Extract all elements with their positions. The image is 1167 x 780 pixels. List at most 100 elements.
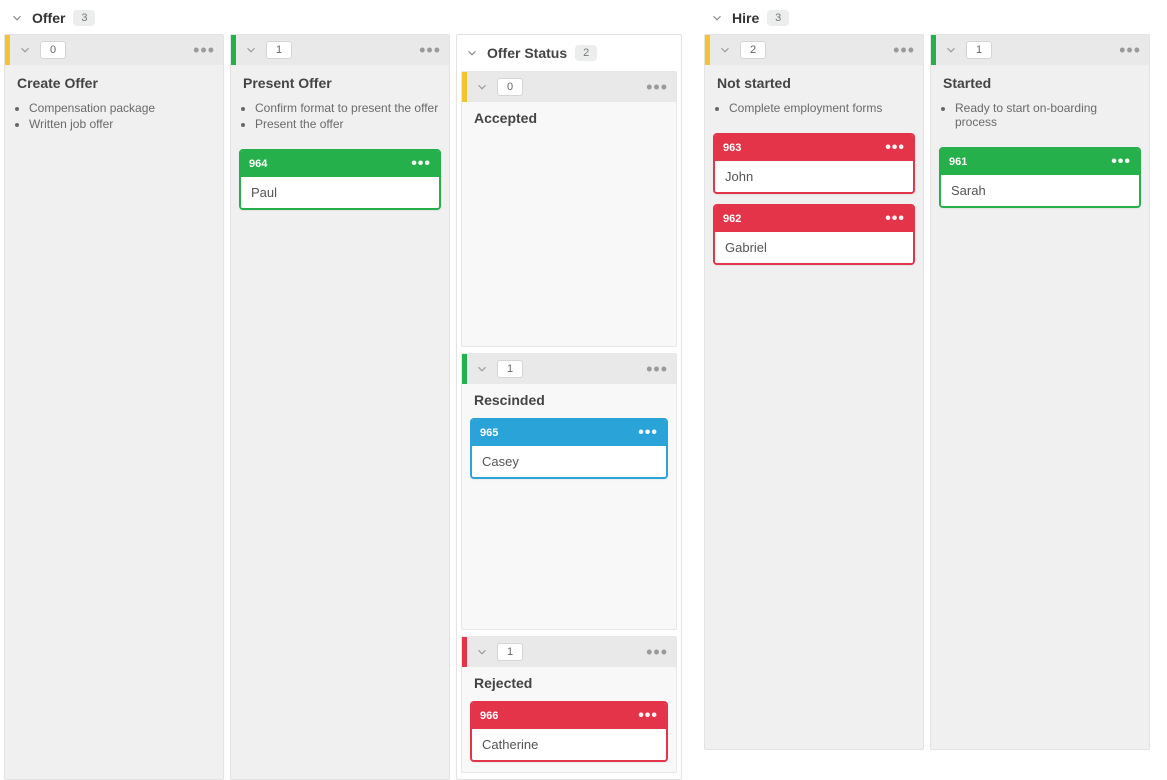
lane[interactable]: 1••• Present Offer Confirm format to prese… <box>230 34 450 780</box>
lane-title-block: Create Offer <box>5 65 223 97</box>
lane-menu-icon[interactable]: ••• <box>646 77 668 98</box>
sub-lane[interactable]: 0 ••• Accepted <box>461 71 677 347</box>
card-menu-icon[interactable]: ••• <box>411 155 431 173</box>
kanban-card[interactable]: 964•••Paul <box>239 149 441 210</box>
kanban-card[interactable]: 963•••John <box>713 133 915 194</box>
lanes-row: 0 ••• Create Offer Compensation package Writ… <box>4 34 682 780</box>
lane-bullet-item: Present the offer <box>255 117 439 131</box>
cards-container: 964•••Paul <box>231 143 449 220</box>
lane-title: Rescinded <box>474 392 664 408</box>
lane-bullet-item: Confirm format to present the offer <box>255 101 439 115</box>
lane-bullets: Compensation package Written job offer <box>5 97 223 143</box>
card-name: Catherine <box>472 729 666 760</box>
lane-menu-icon[interactable]: ••• <box>419 40 441 61</box>
card-menu-icon[interactable]: ••• <box>885 210 905 228</box>
lane-title: Present Offer <box>243 75 437 91</box>
chevron-down-icon[interactable] <box>475 645 489 659</box>
lane-title-block: Started <box>931 65 1149 97</box>
lane-header: 1 ••• <box>931 35 1149 65</box>
board: Hire 32 ••• Not started Complete employment … <box>700 0 1154 750</box>
cards-container: 963•••John 962 ••• Gabriel <box>705 127 923 275</box>
empty-space <box>470 136 668 336</box>
boards-container: Offer 3 0 ••• Create Offer Compensation packa… <box>0 0 1167 750</box>
lane-header: 0 ••• <box>462 72 676 102</box>
chevron-down-icon[interactable] <box>718 43 732 57</box>
lane-header: 2 ••• <box>705 35 923 65</box>
board-count: 3 <box>73 10 95 26</box>
lanes-row: 2 ••• Not started Complete employment forms… <box>704 34 1150 750</box>
card-header: 963••• <box>715 135 913 161</box>
lane-bullet-item: Complete employment forms <box>729 101 913 115</box>
card-header: 966 ••• <box>472 703 666 729</box>
nested-lane-header: Offer Status 2 <box>457 35 681 71</box>
lane-header: 1 ••• <box>462 354 676 384</box>
card-name: Paul <box>241 177 439 208</box>
kanban-card[interactable]: 966 ••• Catherine <box>470 701 668 762</box>
lane-title: Create Offer <box>17 75 211 91</box>
chevron-down-icon[interactable] <box>475 362 489 376</box>
kanban-card[interactable]: 962 ••• Gabriel <box>713 204 915 265</box>
board-header: Hire 3 <box>704 4 1150 34</box>
empty-space <box>470 489 668 619</box>
card-menu-icon[interactable]: ••• <box>638 707 658 725</box>
card-header: 965 ••• <box>472 420 666 446</box>
lane-bullet-item: Compensation package <box>29 101 213 115</box>
lane-count: 2 <box>740 41 766 59</box>
nested-lane-title: Offer Status <box>487 45 567 61</box>
card-id: 962 <box>723 213 741 225</box>
lane-title-block: Rejected <box>462 667 676 695</box>
card-menu-icon[interactable]: ••• <box>1111 153 1131 171</box>
board: Offer 3 0 ••• Create Offer Compensation packa… <box>0 0 686 750</box>
chevron-down-icon[interactable] <box>475 80 489 94</box>
lane-menu-icon[interactable]: ••• <box>193 40 215 61</box>
card-header: 961 ••• <box>941 149 1139 175</box>
lane-title: Started <box>943 75 1137 91</box>
board-header: Offer 3 <box>4 4 682 34</box>
chevron-down-icon[interactable] <box>710 11 724 25</box>
lane[interactable]: 2 ••• Not started Complete employment forms… <box>704 34 924 750</box>
lane-header: 1••• <box>462 637 676 667</box>
sub-lane[interactable]: 1•••Rescinded965•••Casey <box>461 353 677 630</box>
lane[interactable]: 0••• Create Offer Compensation package Writ… <box>4 34 224 780</box>
nested-lane[interactable]: Offer Status20•••Accepted1•••Rescinded96… <box>456 34 682 780</box>
board-title: Hire <box>732 10 759 26</box>
board-title: Offer <box>32 10 65 26</box>
lane-menu-icon[interactable]: ••• <box>893 40 915 61</box>
lane-header: 1••• <box>231 35 449 65</box>
chevron-down-icon[interactable] <box>18 43 32 57</box>
card-menu-icon[interactable]: ••• <box>638 424 658 442</box>
card-name: Sarah <box>941 175 1139 206</box>
nested-lane-count: 2 <box>575 45 597 61</box>
cards-container <box>5 143 223 159</box>
cards-container <box>462 130 676 346</box>
card-id: 965 <box>480 427 498 439</box>
cards-container: 966 ••• Catherine <box>462 695 676 772</box>
lane-bullet-item: Written job offer <box>29 117 213 131</box>
sub-lane[interactable]: 1•••Rejected 966 ••• Catherine <box>461 636 677 773</box>
lane-menu-icon[interactable]: ••• <box>1119 40 1141 61</box>
lane-title: Not started <box>717 75 911 91</box>
cards-container: 961 ••• Sarah <box>931 141 1149 218</box>
lane[interactable]: 1 ••• Started Ready to start on-boarding pr… <box>930 34 1150 750</box>
chevron-down-icon[interactable] <box>465 46 479 60</box>
lane-bullets: Confirm format to present the offer Prese… <box>231 97 449 143</box>
kanban-card[interactable]: 965•••Casey <box>470 418 668 479</box>
board-count: 3 <box>767 10 789 26</box>
card-name: Gabriel <box>715 232 913 263</box>
lane-title-block: Accepted <box>462 102 676 130</box>
lane-menu-icon[interactable]: ••• <box>646 359 668 380</box>
lane-menu-icon[interactable]: ••• <box>646 642 668 663</box>
card-id: 961 <box>949 156 967 168</box>
chevron-down-icon[interactable] <box>10 11 24 25</box>
chevron-down-icon[interactable] <box>944 43 958 57</box>
chevron-down-icon[interactable] <box>244 43 258 57</box>
card-header: 962 ••• <box>715 206 913 232</box>
card-id: 966 <box>480 710 498 722</box>
lane-count: 0 <box>497 78 523 96</box>
lane-count: 1 <box>966 41 992 59</box>
lane-count: 1 <box>497 360 523 378</box>
lane-bullet-item: Ready to start on-boarding process <box>955 101 1139 129</box>
kanban-card[interactable]: 961 ••• Sarah <box>939 147 1141 208</box>
card-menu-icon[interactable]: ••• <box>885 139 905 157</box>
lane-header: 0••• <box>5 35 223 65</box>
